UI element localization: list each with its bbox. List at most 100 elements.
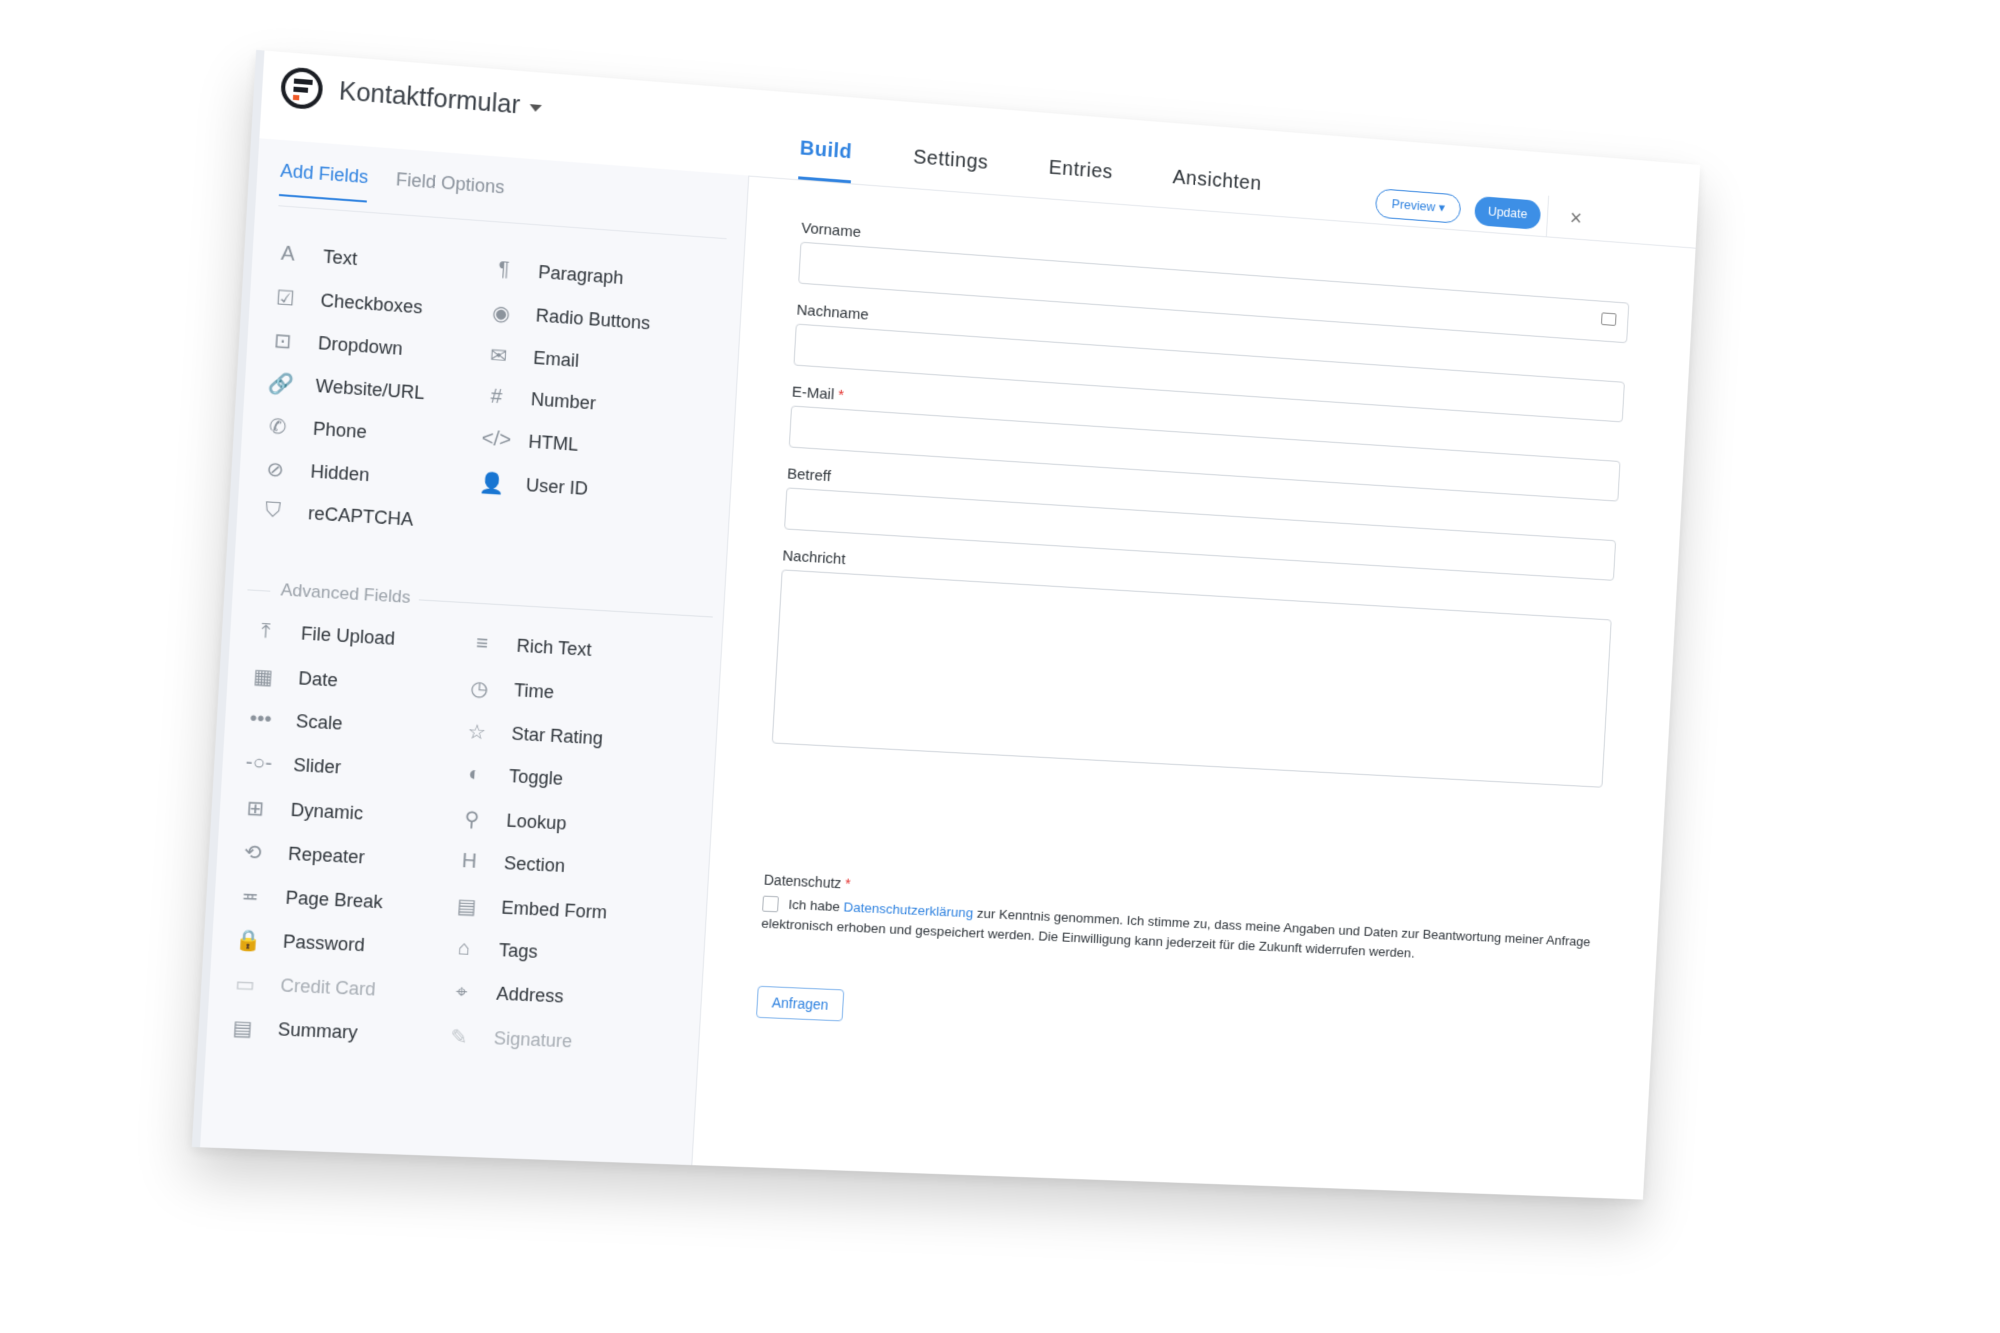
- field-type-label: Paragraph: [537, 261, 625, 289]
- privacy-policy-link[interactable]: Datenschutzerklärung: [843, 899, 973, 920]
- form-title: Kontaktformular: [338, 76, 521, 120]
- tab-add-fields[interactable]: Add Fields: [278, 160, 369, 203]
- search-icon: ⚲: [463, 808, 480, 832]
- field-type-recaptcha[interactable]: ⛉ reCAPTCHA: [260, 499, 414, 532]
- update-button[interactable]: Update: [1473, 195, 1542, 230]
- field-type-label: Checkboxes: [320, 290, 424, 318]
- tab-ansichten[interactable]: Ansichten: [1171, 166, 1262, 214]
- email-input[interactable]: [788, 405, 1621, 502]
- align-icon: ≡: [475, 632, 489, 656]
- field-type-number[interactable]: # Number: [483, 385, 596, 416]
- field-type-label: Lookup: [505, 810, 568, 834]
- scale-icon: •••: [249, 707, 273, 732]
- betreff-input[interactable]: [784, 487, 1617, 581]
- field-type-paragraph[interactable]: ¶ Paragraph: [491, 257, 624, 290]
- field-type-user-id[interactable]: 👤 User ID: [478, 470, 588, 502]
- field-type-label: Credit Card: [279, 975, 377, 1000]
- screenshot-stage: Kontaktformular Build Settings Entries A…: [0, 0, 2000, 1333]
- document-icon: ▤: [232, 1017, 254, 1041]
- pen-icon: ✎: [449, 1026, 469, 1050]
- field-type-label: Dynamic: [290, 799, 364, 824]
- field-type-dynamic[interactable]: ⊞ Dynamic: [242, 795, 364, 826]
- tab-field-options[interactable]: Field Options: [395, 169, 505, 198]
- required-asterisk: *: [844, 875, 852, 892]
- field-type-label: Address: [495, 983, 565, 1007]
- field-type-date[interactable]: ▦ Date: [250, 663, 339, 693]
- field-type-rich-text[interactable]: ≡ Rich Text: [469, 632, 592, 662]
- field-type-label: Repeater: [287, 843, 366, 868]
- field-type-file-upload[interactable]: ⤒ File Upload: [253, 619, 396, 650]
- field-type-label: Time: [513, 680, 555, 703]
- user-icon: 👤: [478, 471, 506, 496]
- field-type-summary[interactable]: ▤ Summary: [229, 1015, 358, 1046]
- phone-icon: ✆: [268, 415, 288, 440]
- star-icon: ☆: [467, 721, 487, 745]
- vorname-input[interactable]: [798, 241, 1630, 344]
- tag-icon: ⌂: [457, 937, 472, 960]
- tab-settings[interactable]: Settings: [912, 146, 989, 193]
- formidable-logo-icon[interactable]: [279, 66, 324, 111]
- field-type-address[interactable]: ⌖ Address: [449, 980, 564, 1008]
- field-type-html[interactable]: </> HTML: [481, 427, 579, 456]
- caret-down-icon: [529, 104, 543, 113]
- field-type-repeater[interactable]: ⟲ Repeater: [240, 839, 366, 870]
- preview-button[interactable]: Preview ▾: [1374, 188, 1462, 224]
- clock-icon: ◷: [469, 677, 489, 701]
- divider: [418, 599, 713, 618]
- checkbox-icon: ☑: [275, 286, 296, 311]
- field-type-section[interactable]: H Section: [456, 850, 565, 878]
- sitemap-icon: ⊞: [246, 797, 265, 821]
- field-type-star-rating[interactable]: ☆ Star Rating: [464, 719, 604, 752]
- dropdown-icon: ⊡: [273, 329, 293, 354]
- field-type-label: Signature: [493, 1028, 573, 1052]
- field-label-datenschutz: Datenschutz *: [763, 871, 852, 892]
- field-type-label: Password: [282, 931, 366, 956]
- anfragen-submit-button[interactable]: Anfragen: [755, 985, 845, 1022]
- field-type-tags[interactable]: ⌂ Tags: [451, 937, 538, 964]
- field-type-embed-form[interactable]: ▤ Embed Form: [454, 893, 608, 925]
- field-label-nachname: Nachname: [796, 301, 870, 324]
- calendar-icon: ▦: [252, 665, 274, 690]
- field-type-label: Page Break: [285, 887, 384, 913]
- field-label-email: E-Mail *: [791, 383, 845, 404]
- field-type-dropdown[interactable]: ⊡ Dropdown: [270, 328, 404, 362]
- consent-text: Ich habe Datenschutzerklärung zur Kenntn…: [760, 896, 1591, 961]
- link-icon: 🔗: [267, 372, 295, 397]
- heading-icon: H: [461, 849, 478, 873]
- field-type-slider[interactable]: -○- Slider: [245, 751, 342, 779]
- tab-build[interactable]: Build: [798, 137, 853, 184]
- field-type-text[interactable]: A Text: [275, 242, 358, 271]
- field-type-scale[interactable]: ••• Scale: [248, 707, 344, 735]
- field-type-label: Tags: [498, 939, 539, 962]
- repeat-icon: ⟲: [243, 841, 263, 865]
- field-type-checkboxes[interactable]: ☑ Checkboxes: [272, 285, 423, 321]
- field-type-password[interactable]: 🔒 Password: [235, 927, 366, 958]
- field-type-time[interactable]: ◷ Time: [466, 675, 555, 705]
- field-type-label: reCAPTCHA: [307, 502, 414, 530]
- field-type-page-break[interactable]: ≖ Page Break: [237, 883, 383, 915]
- map-pin-icon: ⌖: [455, 980, 469, 1004]
- field-type-lookup[interactable]: ⚲ Lookup: [459, 806, 567, 837]
- tab-entries[interactable]: Entries: [1047, 157, 1113, 203]
- field-type-phone[interactable]: ✆ Phone: [265, 413, 368, 445]
- close-icon[interactable]: ×: [1545, 195, 1606, 241]
- form-title-dropdown[interactable]: Kontaktformular: [338, 77, 543, 122]
- advanced-fields-heading: Advanced Fields: [280, 580, 412, 607]
- field-type-email[interactable]: ✉ Email: [486, 342, 580, 374]
- field-type-radio-buttons[interactable]: ◉ Radio Buttons: [488, 300, 651, 336]
- field-type-label: Slider: [292, 754, 342, 778]
- required-asterisk: *: [837, 386, 845, 404]
- fields-sidebar: Add Fields Field Options A Text ☑ Checkboxe…: [200, 138, 750, 1166]
- paragraph-icon: ¶: [497, 257, 510, 282]
- field-type-website-url[interactable]: 🔗 Website/URL: [267, 370, 425, 406]
- nachname-input[interactable]: [793, 323, 1625, 423]
- field-type-toggle[interactable]: ◐ Toggle: [461, 762, 564, 790]
- nachricht-textarea[interactable]: [771, 569, 1612, 788]
- field-type-hidden[interactable]: ⊘ Hidden: [262, 456, 370, 488]
- hash-icon: #: [490, 385, 503, 409]
- field-type-label: Text: [322, 246, 358, 270]
- field-type-credit-card[interactable]: ▭ Credit Card: [232, 971, 377, 1003]
- field-type-label: Summary: [277, 1019, 359, 1043]
- field-type-signature[interactable]: ✎ Signature: [446, 1024, 573, 1054]
- code-icon: </>: [481, 427, 512, 452]
